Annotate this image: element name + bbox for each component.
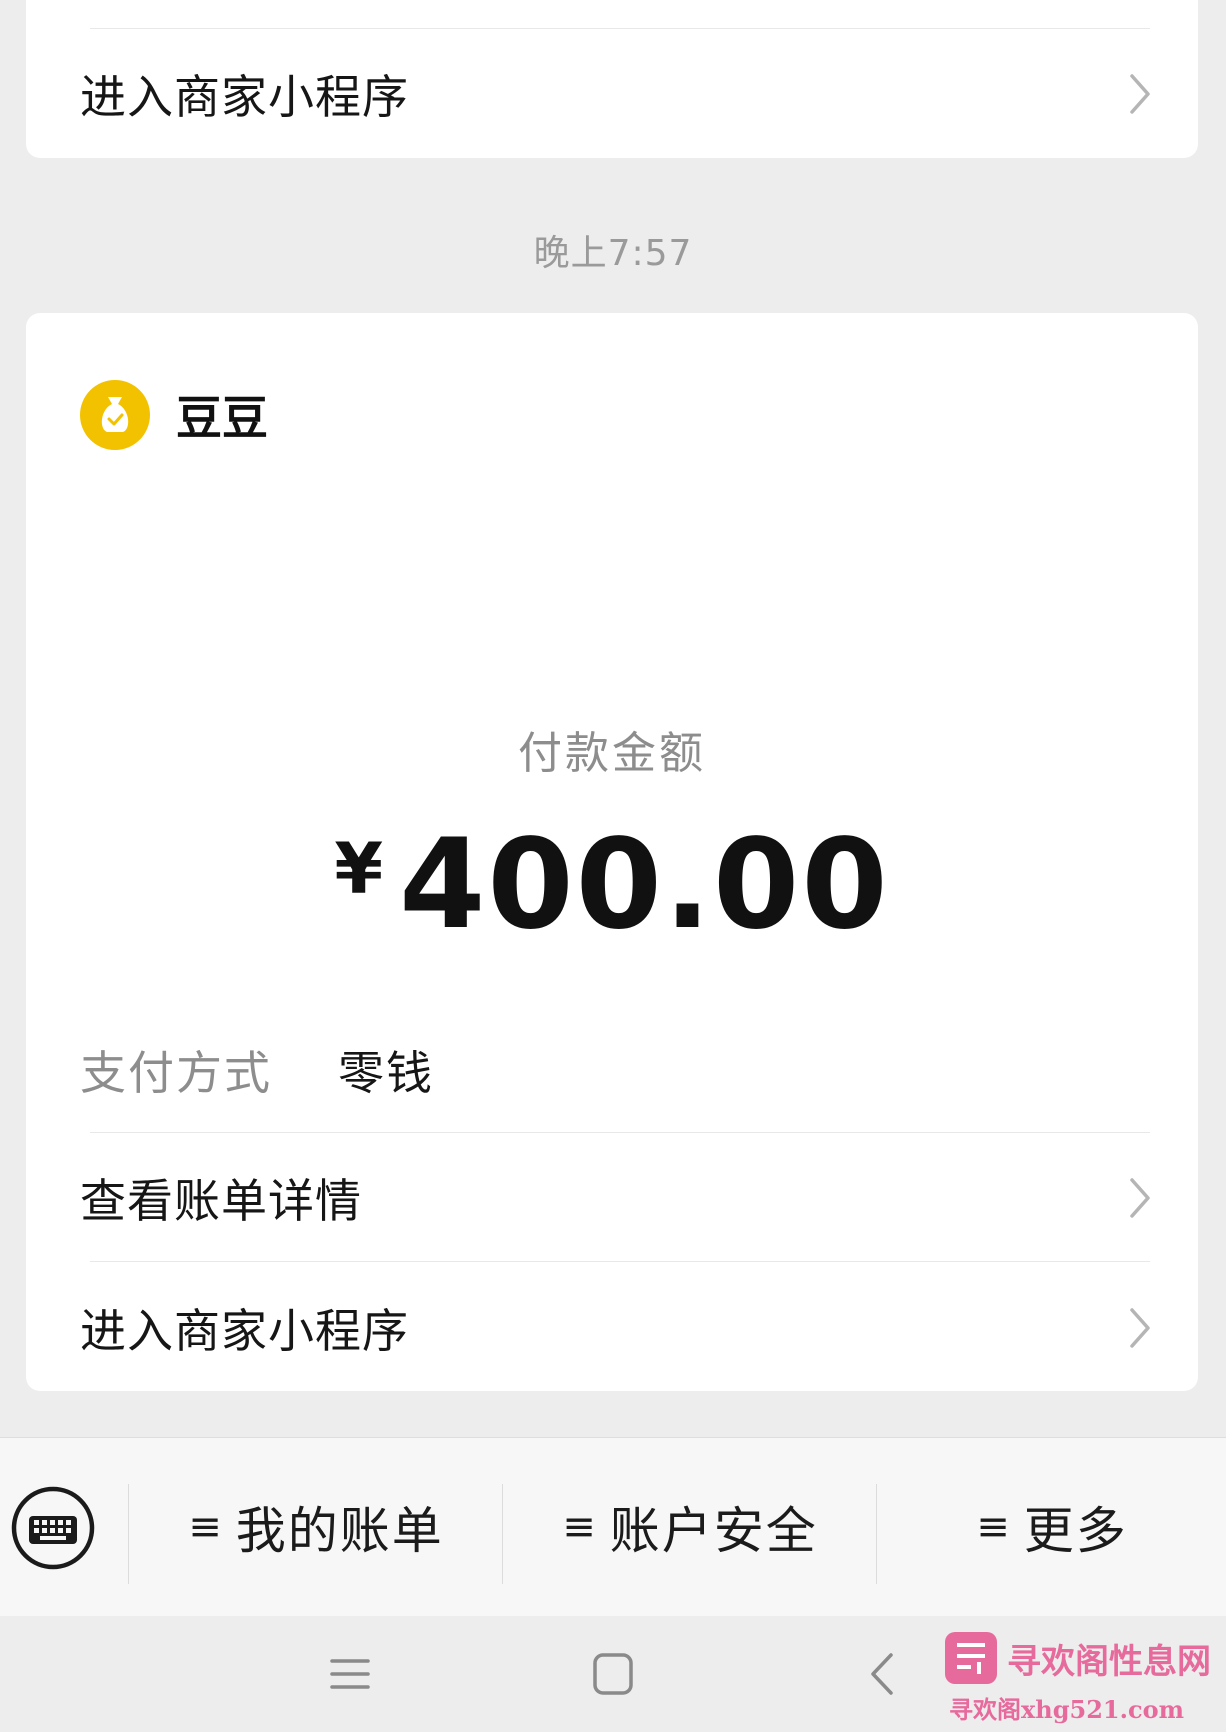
amount-label: 付款金额 xyxy=(518,728,706,779)
menu-nav-icon[interactable] xyxy=(322,1646,378,1702)
account-security-menu-button[interactable]: ≡ 账户安全 xyxy=(504,1438,876,1616)
amount-value: 400.00 xyxy=(399,813,890,957)
enter-mini-program-label: 进入商家小程序 xyxy=(80,70,409,124)
payment-method-value: 零钱 xyxy=(338,1046,434,1100)
more-menu-button[interactable]: ≡ 更多 xyxy=(878,1438,1226,1616)
menu-label: 账户安全 xyxy=(609,1502,818,1560)
chevron-right-icon xyxy=(1130,1308,1150,1348)
menu-lines-icon: ≡ xyxy=(188,1504,222,1550)
divider xyxy=(90,28,1150,29)
divider xyxy=(90,1132,1150,1133)
view-bill-details-row[interactable]: 查看账单详情 xyxy=(26,1143,1198,1253)
service-menu-bar: ≡ 我的账单 ≡ 账户安全 ≡ 更多 xyxy=(0,1437,1226,1617)
chevron-right-icon xyxy=(1130,1178,1150,1218)
divider xyxy=(90,1261,1150,1262)
watermark-url: 寻欢阁xhg521.com xyxy=(949,1695,1185,1724)
menu-label: 我的账单 xyxy=(235,1502,444,1560)
enter-mini-program-label: 进入商家小程序 xyxy=(80,1304,409,1358)
view-bill-details-label: 查看账单详情 xyxy=(80,1174,362,1228)
enter-mini-program-row-previous[interactable]: 进入商家小程序 xyxy=(26,36,1198,152)
menu-label: 更多 xyxy=(1023,1502,1128,1560)
watermark-text: 寻欢阁性息网 xyxy=(1007,1642,1211,1682)
payment-notification-card: 豆豆 付款金额 ¥400.00 支付方式 零钱 查看账单详情 进入商家小程序 xyxy=(26,313,1198,1391)
message-timestamp: 晚上7:57 xyxy=(533,233,693,274)
chevron-right-icon xyxy=(1130,74,1150,114)
menu-separator xyxy=(128,1484,129,1584)
menu-separator xyxy=(502,1484,503,1584)
menu-lines-icon: ≡ xyxy=(976,1504,1010,1550)
menu-separator xyxy=(876,1484,877,1584)
currency-symbol: ¥ xyxy=(334,828,384,910)
keyboard-icon[interactable] xyxy=(10,1485,96,1571)
payment-amount: ¥400.00 xyxy=(26,813,1198,957)
payment-method-label: 支付方式 xyxy=(80,1046,272,1100)
previous-payment-card: 进入商家小程序 xyxy=(26,0,1198,158)
my-bills-menu-button[interactable]: ≡ 我的账单 xyxy=(130,1438,502,1616)
watermark-logo-icon xyxy=(945,1632,997,1684)
menu-lines-icon: ≡ xyxy=(562,1504,596,1550)
back-nav-icon[interactable] xyxy=(855,1646,911,1702)
merchant-name: 豆豆 xyxy=(176,391,268,445)
home-nav-icon[interactable] xyxy=(585,1646,641,1702)
watermark: 寻欢阁性息网 寻欢阁xhg521.com xyxy=(945,1628,1215,1724)
money-bag-icon xyxy=(80,380,150,450)
enter-mini-program-row[interactable]: 进入商家小程序 xyxy=(26,1269,1198,1387)
